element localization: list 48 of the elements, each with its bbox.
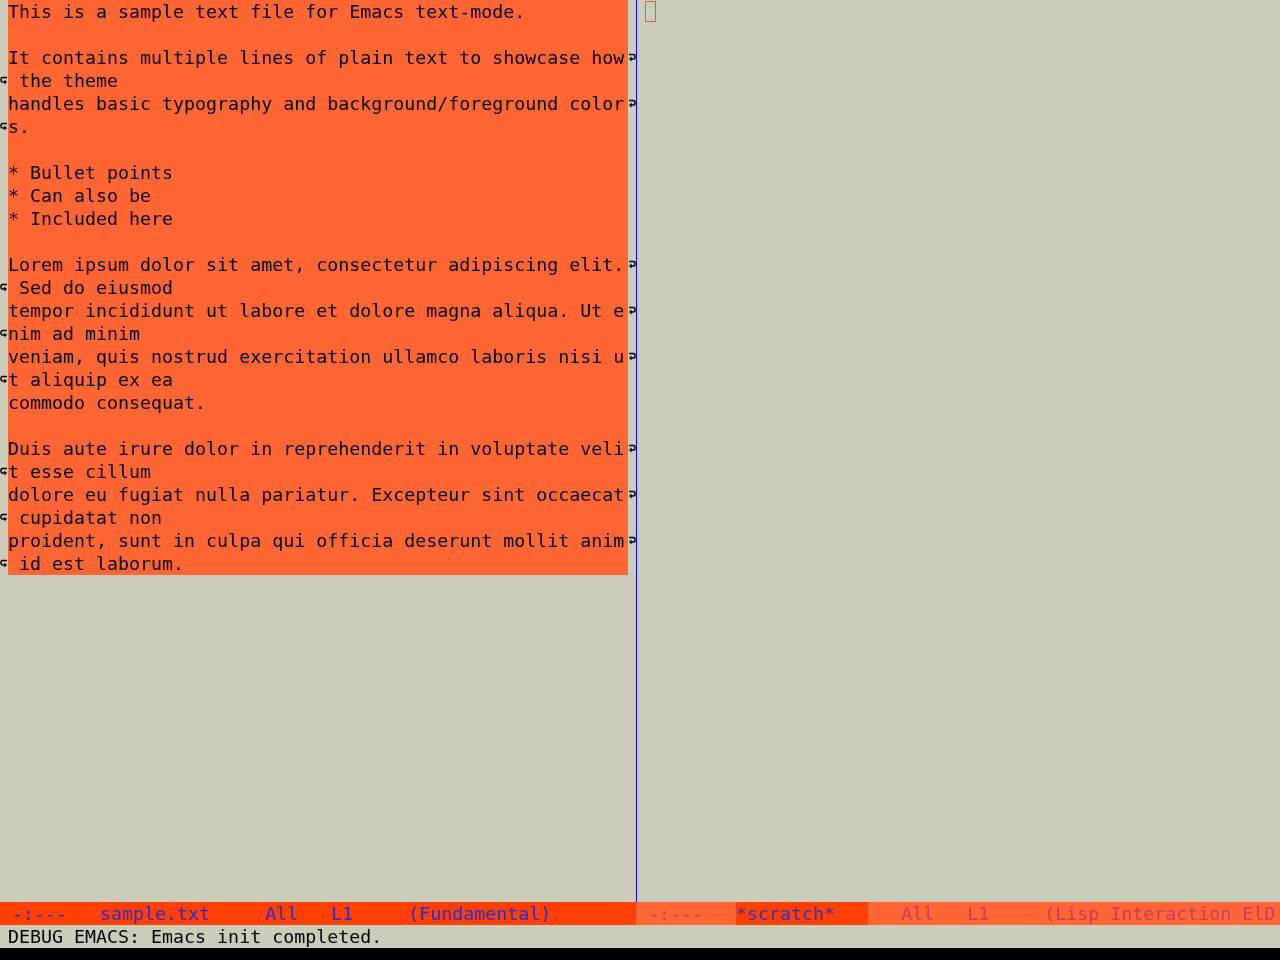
text-line: veniam, quis nostrud exercitation ullamco laboris nisi u xyxy=(8,345,626,368)
text-line: Sed do eiusmod xyxy=(18,276,175,299)
curved-arrow-icon xyxy=(0,375,7,384)
curved-arrow-icon xyxy=(629,490,636,499)
major-mode[interactable]: (Fundamental) xyxy=(408,902,552,925)
text-line: commodo consequat. xyxy=(8,391,208,414)
curved-arrow-icon xyxy=(629,444,636,453)
text-line: proident, sunt in culpa qui officia deserunt mollit anim xyxy=(8,529,626,552)
line-number: L1 xyxy=(331,902,354,925)
curved-arrow-icon xyxy=(0,122,7,131)
scroll-position: All xyxy=(265,902,299,925)
text-line: dolore eu fugiat nulla pariatur. Excepteur sint occaecat xyxy=(8,483,626,506)
curved-arrow-icon xyxy=(629,53,636,62)
curved-arrow-icon xyxy=(0,76,7,85)
text-line: s. xyxy=(8,115,31,138)
text-line: This is a sample text file for Emacs text-mode. xyxy=(8,0,527,23)
text-line: * Bullet points xyxy=(8,161,175,184)
text-cursor xyxy=(645,1,656,22)
text-line: It contains multiple lines of plain text to showcase how xyxy=(8,46,626,69)
line-number: L1 xyxy=(967,902,990,925)
curved-arrow-icon xyxy=(629,536,636,545)
text-line: nim ad minim xyxy=(8,322,142,345)
curved-arrow-icon xyxy=(629,260,636,269)
text-line: t esse cillum xyxy=(8,460,153,483)
text-line: * Included here xyxy=(8,207,175,230)
curved-arrow-icon xyxy=(0,559,7,568)
buffer-status: -:--- xyxy=(12,902,68,925)
curved-arrow-icon xyxy=(629,352,636,361)
curved-arrow-icon xyxy=(629,306,636,315)
text-line: the theme xyxy=(18,69,120,92)
curved-arrow-icon xyxy=(629,99,636,108)
text-line: Duis aute irure dolor in reprehenderit in voluptate veli xyxy=(8,437,626,460)
curved-arrow-icon xyxy=(0,329,7,338)
text-line: handles basic typography and background/foreground color xyxy=(8,92,626,115)
curved-arrow-icon xyxy=(0,283,7,292)
text-line: tempor incididunt ut labore et dolore magna aliqua. Ut e xyxy=(8,299,626,322)
curved-arrow-icon xyxy=(0,513,7,522)
echo-area-message: DEBUG EMACS: Emacs init completed. xyxy=(8,926,383,947)
curved-arrow-icon xyxy=(0,467,7,476)
text-line: id est laborum. xyxy=(18,552,186,575)
buffer-name[interactable]: *scratch* xyxy=(736,902,869,925)
major-mode[interactable]: (Lisp Interaction ElD xyxy=(1044,902,1276,925)
text-line: t aliquip ex ea xyxy=(8,368,175,391)
text-line: Lorem ipsum dolor sit amet, consectetur adipiscing elit. xyxy=(8,253,626,276)
text-line: cupidatat non xyxy=(18,506,164,529)
scroll-position: All xyxy=(901,902,935,925)
buffer-status: -:--- xyxy=(648,902,704,925)
text-line: * Can also be xyxy=(8,184,153,207)
